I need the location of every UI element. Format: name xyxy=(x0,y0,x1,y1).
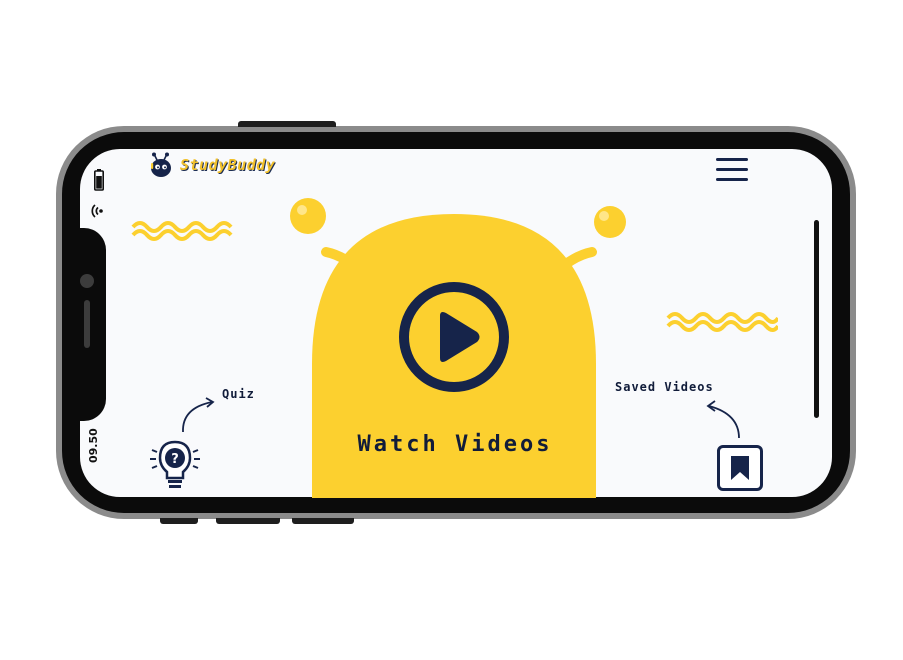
battery-icon xyxy=(94,169,104,191)
speaker-grille xyxy=(84,300,90,348)
quiz-label[interactable]: Quiz xyxy=(222,387,255,401)
menu-icon[interactable] xyxy=(714,155,750,183)
logo-bee-icon xyxy=(151,152,171,177)
play-icon xyxy=(399,282,509,392)
wave-decoration-right xyxy=(666,312,778,332)
home-indicator[interactable] xyxy=(814,220,819,418)
volume-button-1 xyxy=(160,518,198,524)
play-button[interactable] xyxy=(397,281,511,393)
bookmark-icon xyxy=(731,456,749,480)
saved-videos-label[interactable]: Saved Videos xyxy=(615,380,714,394)
brand-name: StudyBuddy xyxy=(180,156,276,174)
curved-arrow-icon xyxy=(706,400,740,439)
wave-decoration-left xyxy=(131,221,233,241)
svg-text:?: ? xyxy=(171,452,179,467)
brand-logo[interactable]: StudyBuddy xyxy=(148,152,275,178)
saved-videos-button[interactable] xyxy=(717,445,763,491)
camera-icon xyxy=(80,274,94,288)
power-button xyxy=(238,121,336,127)
status-time: 09.50 xyxy=(87,428,100,464)
volume-button-2 xyxy=(216,518,280,524)
watch-videos-label[interactable]: Watch Videos xyxy=(318,432,592,457)
curved-arrow-icon xyxy=(182,397,215,433)
wifi-icon xyxy=(91,204,103,218)
lightbulb-question-icon[interactable]: ? xyxy=(148,436,202,492)
volume-button-3 xyxy=(292,518,354,524)
